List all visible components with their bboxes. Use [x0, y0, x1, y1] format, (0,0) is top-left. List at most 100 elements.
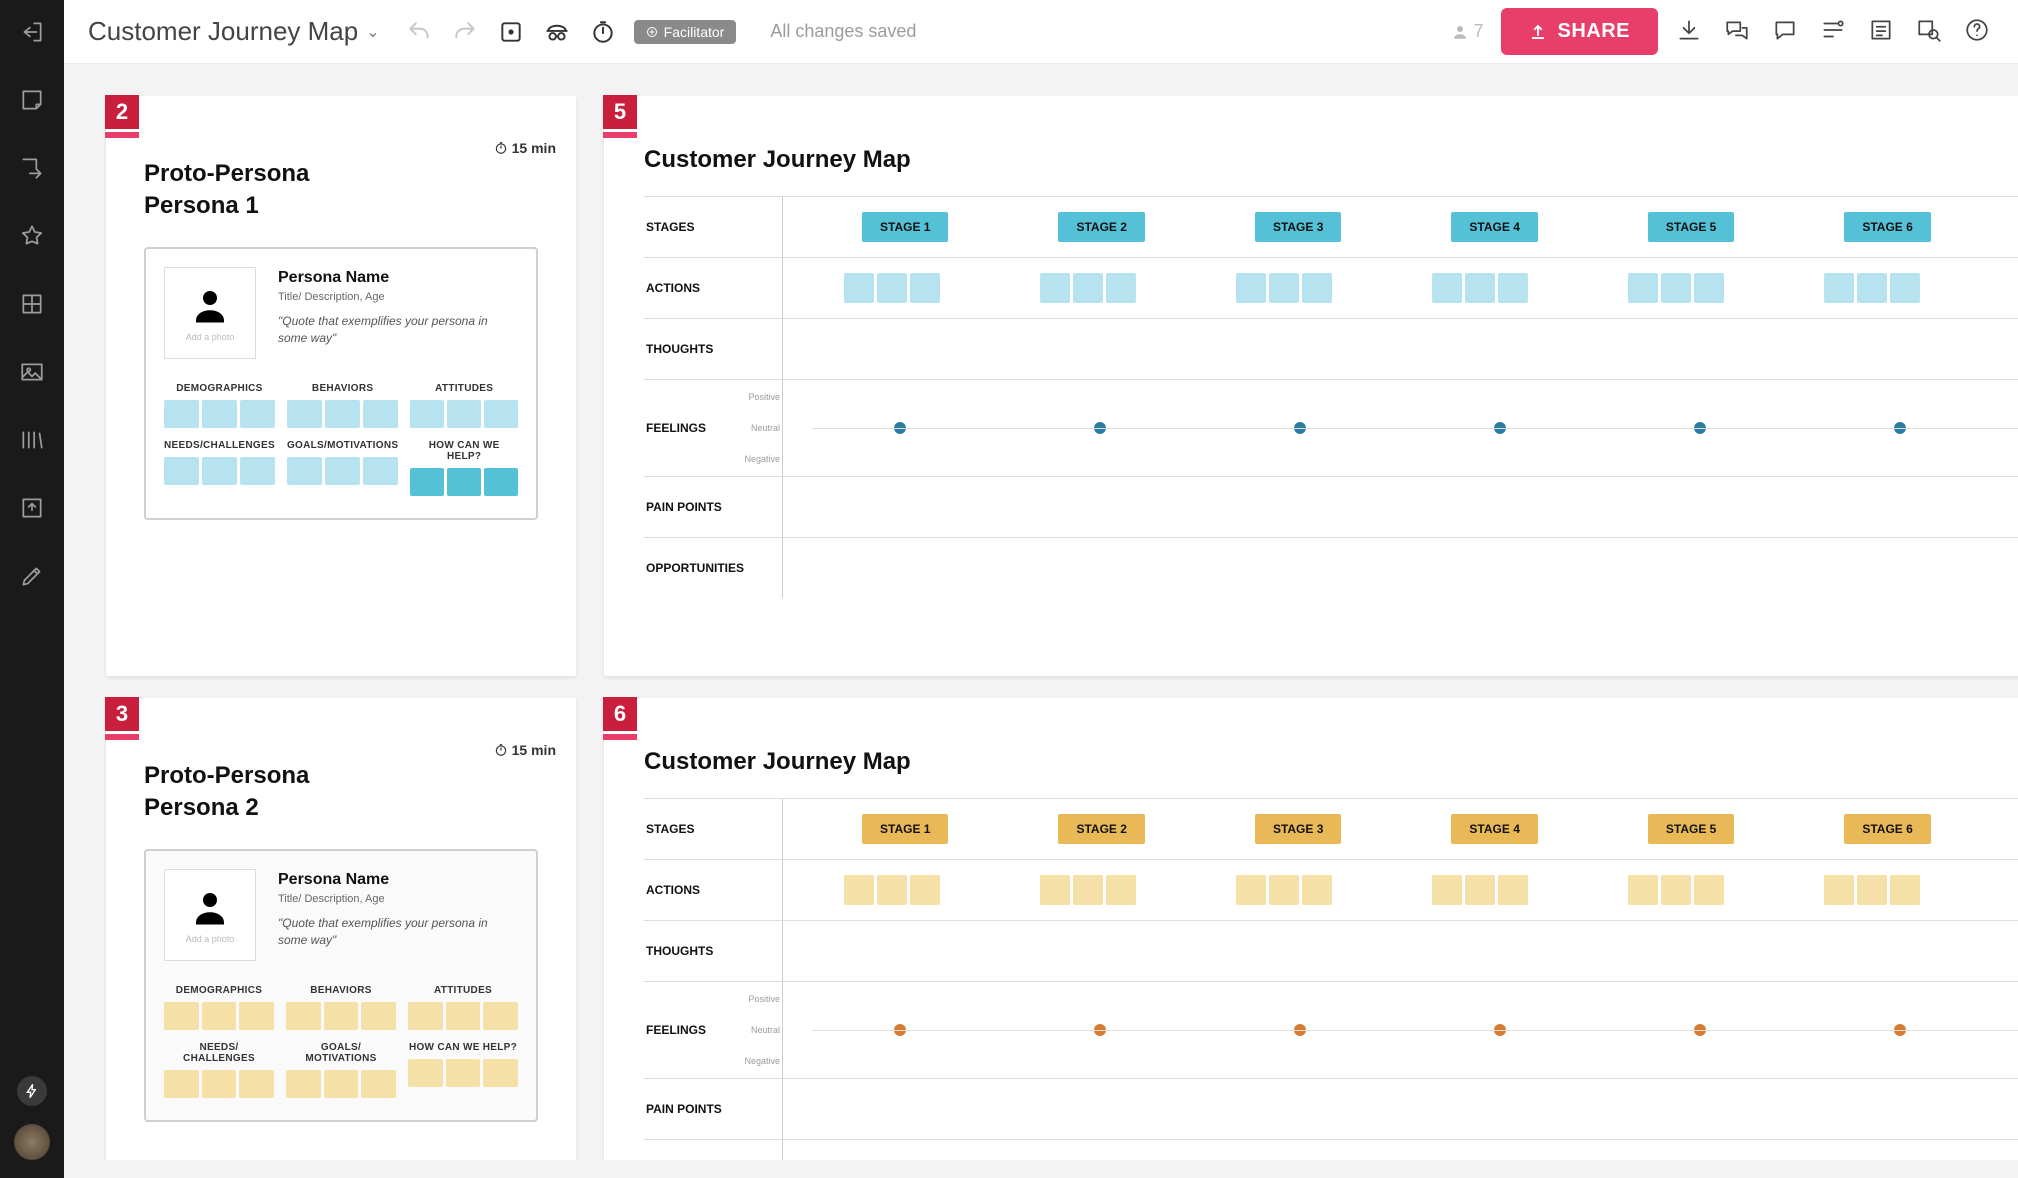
col-header: ATTITUDES: [408, 985, 518, 996]
col-header: HOW CAN WE HELP?: [408, 1042, 518, 1053]
col-header: GOALS/ MOTIVATIONS: [286, 1042, 396, 1064]
persona-quote: "Quote that exemplifies your persona in …: [278, 313, 518, 347]
frame-persona-2[interactable]: 3 15 min Proto-PersonaPersona 2 Add a ph…: [106, 698, 576, 1160]
row-label-actions: ACTIONS: [644, 281, 784, 295]
action-group[interactable]: [844, 875, 940, 905]
frame-title: Proto-PersonaPersona 1: [144, 158, 538, 223]
redo-icon[interactable]: [450, 17, 480, 47]
share-out-icon[interactable]: [18, 154, 46, 182]
download-icon[interactable]: [1676, 17, 1706, 47]
incognito-icon[interactable]: [542, 17, 572, 47]
persona-subtitle: Title/ Description, Age: [278, 291, 518, 303]
top-toolbar: Customer Journey Map ⌄ Facilitator All c…: [64, 0, 2018, 64]
search-icon[interactable]: [1916, 17, 1946, 47]
canvas[interactable]: 2 15 min Proto-PersonaPersona 1 Add a ph…: [64, 64, 2018, 1160]
frame-journey-2[interactable]: 6 Customer Journey Map STAGES STAGE 1 ST…: [604, 698, 2018, 1160]
add-photo-hint: Add a photo: [186, 934, 235, 944]
dice-icon[interactable]: [496, 17, 526, 47]
facilitator-label: Facilitator: [664, 24, 725, 40]
journey-table: STAGES STAGE 1 STAGE 2 STAGE 3 STAGE 4 S…: [644, 196, 2018, 598]
stage-pill[interactable]: STAGE 6: [1844, 814, 1930, 844]
activity-icon[interactable]: [1820, 17, 1850, 47]
help-icon[interactable]: [1964, 17, 1994, 47]
action-group[interactable]: [1236, 875, 1332, 905]
stage-pill[interactable]: STAGE 6: [1844, 212, 1930, 242]
add-photo-hint: Add a photo: [186, 332, 235, 342]
action-group[interactable]: [1432, 273, 1528, 303]
stage-pill[interactable]: STAGE 1: [862, 212, 948, 242]
action-group[interactable]: [1824, 273, 1920, 303]
action-group[interactable]: [1432, 875, 1528, 905]
stage-pill[interactable]: STAGE 2: [1058, 814, 1144, 844]
stage-pill[interactable]: STAGE 4: [1451, 814, 1537, 844]
step-badge: 3: [105, 697, 139, 731]
stage-pill[interactable]: STAGE 2: [1058, 212, 1144, 242]
image-icon[interactable]: [18, 358, 46, 386]
persona-card[interactable]: Add a photo Persona Name Title/ Descript…: [144, 247, 538, 520]
action-group[interactable]: [844, 273, 940, 303]
facilitator-badge[interactable]: Facilitator: [634, 20, 737, 44]
row-label-actions: ACTIONS: [644, 883, 784, 897]
stage-pill[interactable]: STAGE 1: [862, 814, 948, 844]
share-button-label: SHARE: [1557, 20, 1630, 43]
grid-icon[interactable]: [18, 290, 46, 318]
persona-photo-placeholder[interactable]: Add a photo: [164, 869, 256, 961]
action-group[interactable]: [1628, 875, 1724, 905]
feelings-axis: PositiveNeutralNegative: [740, 380, 780, 476]
row-label-thoughts: THOUGHTS: [644, 944, 784, 958]
chevron-down-icon[interactable]: ⌄: [366, 22, 379, 42]
avatar[interactable]: [14, 1124, 50, 1160]
bolt-icon[interactable]: [17, 1076, 47, 1106]
timer-label: 15 min: [494, 140, 556, 156]
action-group[interactable]: [1824, 875, 1920, 905]
stage-pill[interactable]: STAGE 3: [1255, 212, 1341, 242]
timer-icon[interactable]: [588, 17, 618, 47]
star-icon[interactable]: [18, 222, 46, 250]
frame-title: Proto-PersonaPersona 2: [144, 760, 538, 825]
persona-card[interactable]: Add a photo Persona Name Title/ Descript…: [144, 849, 538, 1122]
col-header: NEEDS/ CHALLENGES: [164, 1042, 274, 1064]
persona-name: Persona Name: [278, 871, 518, 889]
action-group[interactable]: [1040, 273, 1136, 303]
frame-title: Customer Journey Map: [644, 748, 2018, 776]
people-count-number: 7: [1473, 21, 1483, 42]
save-status: All changes saved: [770, 21, 916, 42]
exit-icon[interactable]: [18, 18, 46, 46]
persona-meta: Persona Name Title/ Description, Age "Qu…: [278, 869, 518, 961]
chat-icon[interactable]: [1772, 17, 1802, 47]
stage-pill[interactable]: STAGE 3: [1255, 814, 1341, 844]
col-header: BEHAVIORS: [286, 985, 396, 996]
persona-photo-placeholder[interactable]: Add a photo: [164, 267, 256, 359]
action-group[interactable]: [1236, 273, 1332, 303]
stage-pill[interactable]: STAGE 5: [1648, 814, 1734, 844]
library-icon[interactable]: [18, 426, 46, 454]
stage-pill[interactable]: STAGE 4: [1451, 212, 1537, 242]
comments-icon[interactable]: [1724, 17, 1754, 47]
col-header: BEHAVIORS: [287, 383, 398, 394]
col-header: DEMOGRAPHICS: [164, 985, 274, 996]
row-label-thoughts: THOUGHTS: [644, 342, 784, 356]
row-label-stages: STAGES: [644, 220, 784, 234]
accent-underline: [105, 132, 139, 138]
frame-persona-1[interactable]: 2 15 min Proto-PersonaPersona 1 Add a ph…: [106, 96, 576, 676]
frame-journey-1[interactable]: 5 Customer Journey Map STAGES STAGE 1 ST…: [604, 96, 2018, 676]
persona-subtitle: Title/ Description, Age: [278, 893, 518, 905]
persona-name: Persona Name: [278, 269, 518, 287]
feelings-axis: PositiveNeutralNegative: [740, 982, 780, 1078]
people-count[interactable]: 7: [1451, 21, 1483, 42]
share-button[interactable]: SHARE: [1501, 8, 1658, 55]
journey-table: STAGES STAGE 1 STAGE 2 STAGE 3 STAGE 4 S…: [644, 798, 2018, 1160]
accent-underline: [603, 734, 637, 740]
sticky-note-icon[interactable]: [18, 86, 46, 114]
undo-icon[interactable]: [404, 17, 434, 47]
pencil-icon[interactable]: [18, 562, 46, 590]
action-group[interactable]: [1040, 875, 1136, 905]
stage-pill[interactable]: STAGE 5: [1648, 212, 1734, 242]
col-header: ATTITUDES: [410, 383, 518, 394]
outline-icon[interactable]: [1868, 17, 1898, 47]
frame-title: Customer Journey Map: [644, 146, 2018, 174]
document-title[interactable]: Customer Journey Map: [88, 16, 358, 47]
action-group[interactable]: [1628, 273, 1724, 303]
import-icon[interactable]: [18, 494, 46, 522]
step-badge: 5: [603, 95, 637, 129]
